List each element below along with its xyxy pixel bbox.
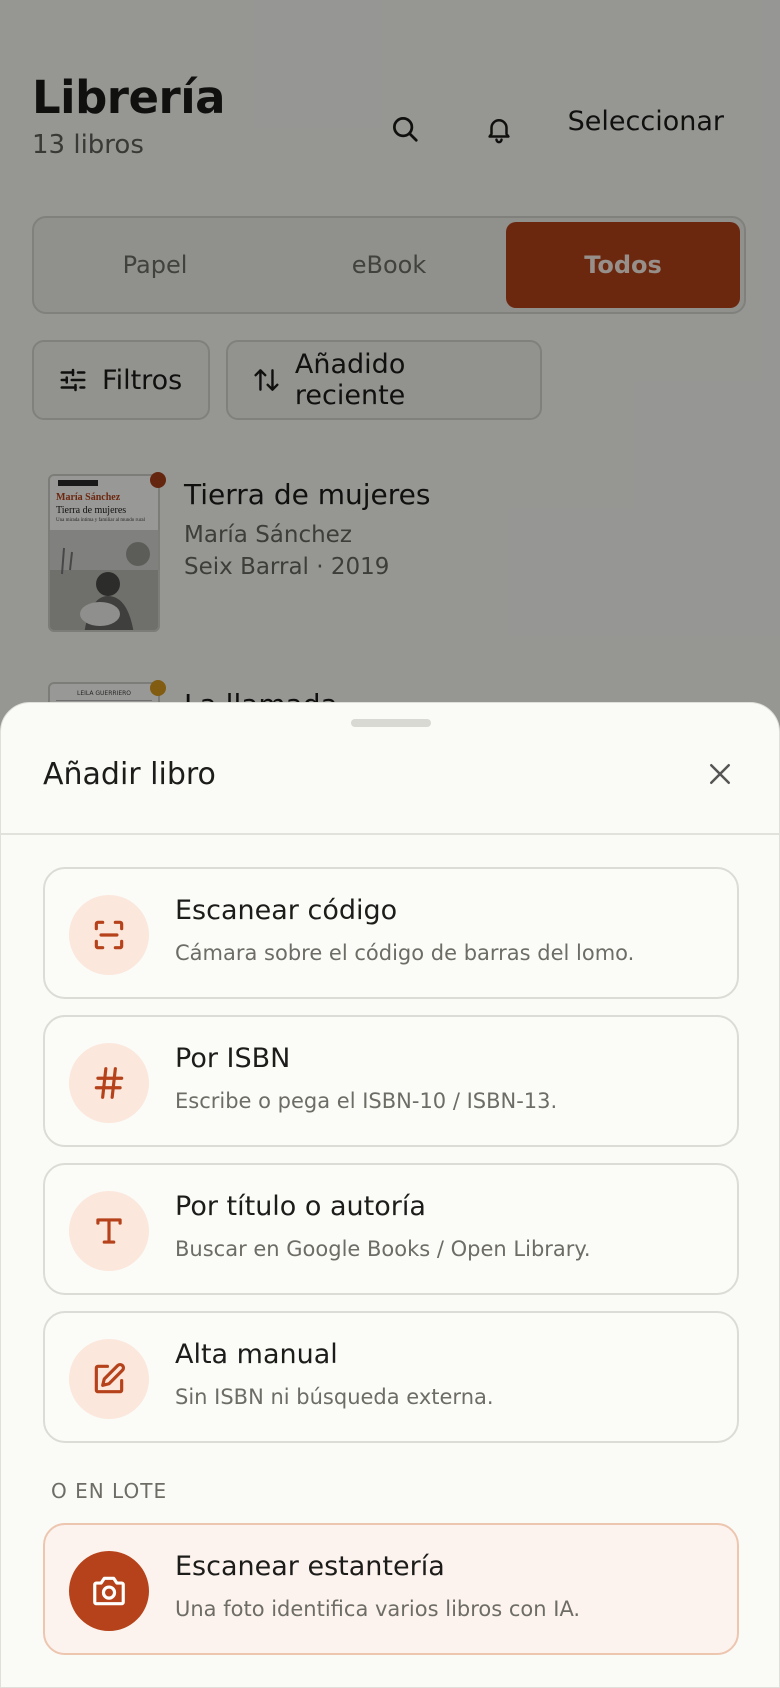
option-title: Por título o autoría bbox=[175, 1191, 426, 1222]
option-description: Cámara sobre el código de barras del lom… bbox=[175, 941, 635, 965]
title-author-option[interactable]: Por título o autoría Buscar en Google Bo… bbox=[43, 1163, 739, 1295]
hash-icon bbox=[69, 1043, 149, 1123]
option-description: Una foto identifica varios libros con IA… bbox=[175, 1597, 581, 1621]
text-icon bbox=[69, 1191, 149, 1271]
sheet-divider bbox=[1, 833, 779, 835]
edit-icon bbox=[69, 1339, 149, 1419]
option-title: Escanear estantería bbox=[175, 1551, 445, 1582]
option-description: Escribe o pega el ISBN-10 / ISBN-13. bbox=[175, 1089, 558, 1113]
option-description: Buscar en Google Books / Open Library. bbox=[175, 1237, 591, 1261]
manual-entry-option[interactable]: Alta manual Sin ISBN ni búsqueda externa… bbox=[43, 1311, 739, 1443]
scan-barcode-option[interactable]: Escanear código Cámara sobre el código d… bbox=[43, 867, 739, 999]
option-title: Por ISBN bbox=[175, 1043, 291, 1074]
option-title: Escanear código bbox=[175, 895, 398, 926]
sheet-title: Añadir libro bbox=[43, 757, 216, 792]
scan-icon bbox=[69, 895, 149, 975]
sheet-drag-handle[interactable] bbox=[351, 719, 431, 727]
scan-shelf-option[interactable]: Escanear estantería Una foto identifica … bbox=[43, 1523, 739, 1655]
isbn-option[interactable]: Por ISBN Escribe o pega el ISBN-10 / ISB… bbox=[43, 1015, 739, 1147]
close-icon[interactable] bbox=[697, 751, 743, 797]
add-book-sheet: Añadir libro Escanear código Cámara sobr… bbox=[0, 702, 780, 1688]
option-description: Sin ISBN ni búsqueda externa. bbox=[175, 1385, 494, 1409]
batch-section-label: O EN LOTE bbox=[51, 1479, 168, 1503]
option-title: Alta manual bbox=[175, 1339, 338, 1370]
camera-icon bbox=[69, 1551, 149, 1631]
